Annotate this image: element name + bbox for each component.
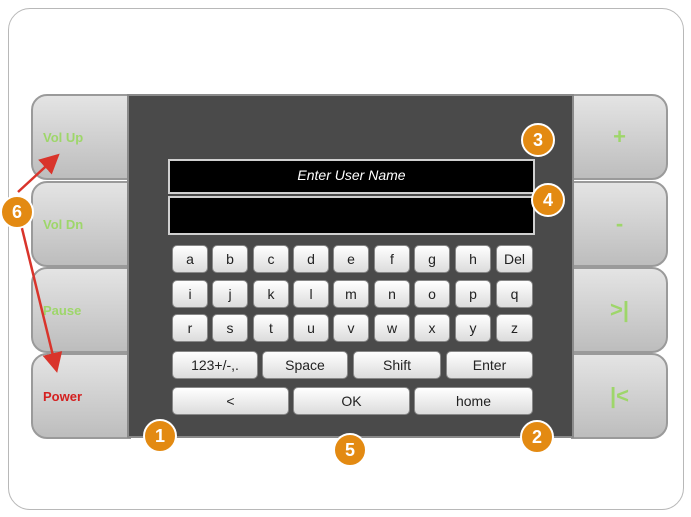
badge-4: 4 — [531, 183, 565, 217]
badge-5: 5 — [333, 433, 367, 467]
badge-6: 6 — [0, 195, 34, 229]
arrow-to-vol-up — [17, 153, 60, 193]
badge-2: 2 — [520, 420, 554, 454]
arrow-to-power — [16, 211, 63, 373]
badge-1: 1 — [143, 419, 177, 453]
badge-3: 3 — [521, 123, 555, 157]
